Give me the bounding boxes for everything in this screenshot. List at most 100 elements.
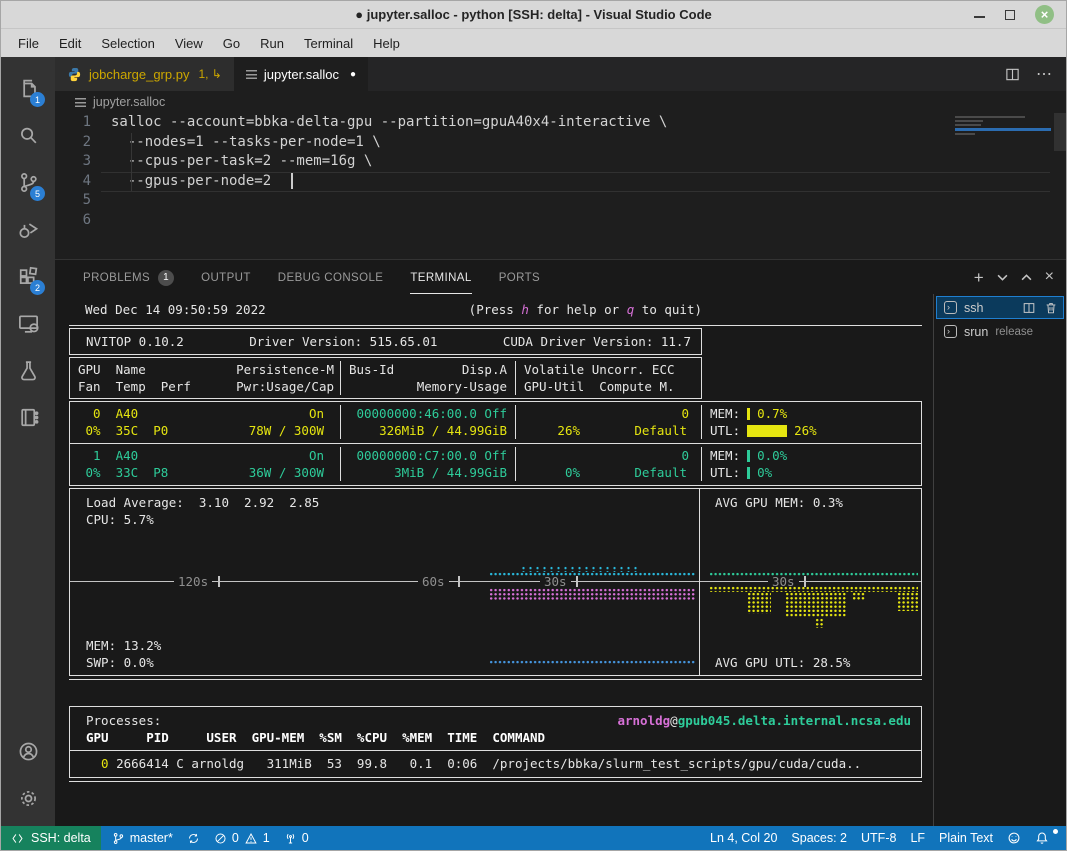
problems-status[interactable]: 0 1 [207, 831, 277, 845]
cursor-position[interactable]: Ln 4, Col 20 [703, 831, 784, 845]
remote-explorer-icon[interactable] [4, 300, 52, 347]
tab-problems[interactable]: PROBLEMS 1 [83, 260, 174, 294]
language-mode[interactable]: Plain Text [932, 831, 1000, 845]
ports-status[interactable]: 0 [277, 831, 316, 845]
eol-setting[interactable]: LF [903, 831, 932, 845]
minimap[interactable] [955, 116, 1051, 137]
settings-gear-icon[interactable] [4, 775, 52, 822]
dirty-indicator-icon[interactable]: ● [350, 69, 356, 80]
tab-output[interactable]: OUTPUT [201, 260, 251, 294]
gpu-mem-graph [709, 572, 918, 577]
window-controls: × [974, 1, 1054, 28]
menu-view[interactable]: View [166, 33, 212, 54]
tab-terminal[interactable]: TERMINAL [410, 260, 471, 294]
processes-box: Processes: arnoldg@gpub045.delta.interna… [69, 706, 922, 778]
notebook-icon[interactable] [4, 394, 52, 441]
code-line: 6 [55, 211, 1066, 231]
code-editor[interactable]: 1salloc --account=bbka-delta-gpu --parti… [55, 113, 1066, 259]
menu-edit[interactable]: Edit [50, 33, 90, 54]
processes-title: Processes: [86, 712, 161, 729]
menu-go[interactable]: Go [214, 33, 249, 54]
minimize-icon[interactable] [974, 11, 985, 18]
gpu-utl-graph-chunk [815, 618, 824, 628]
testing-icon[interactable] [4, 347, 52, 394]
new-terminal-icon[interactable]: + [974, 269, 984, 286]
search-icon[interactable] [4, 112, 52, 159]
cpu-graph [489, 572, 696, 577]
panel-tabs: PROBLEMS 1 OUTPUT DEBUG CONSOLE TERMINAL… [55, 260, 1066, 294]
menu-help[interactable]: Help [364, 33, 409, 54]
maximize-icon[interactable] [1005, 10, 1015, 20]
monitor-graphs: Load Average: 3.10 2.92 2.85 CPU: 5.7% M… [69, 488, 922, 676]
activity-bar: 1 5 2 [1, 57, 55, 828]
gpu-utl-graph-chunk [747, 592, 771, 614]
terminal-date: Wed Dec 14 09:50:59 2022 [85, 301, 266, 318]
git-branch-status[interactable]: master* [105, 831, 180, 845]
processes-box-shadow [69, 781, 922, 782]
line-number: 6 [55, 211, 111, 231]
notifications-status[interactable] [1028, 831, 1056, 845]
error-icon [214, 832, 227, 845]
chevron-up-icon[interactable] [1021, 273, 1032, 282]
scrollbar[interactable] [1054, 113, 1066, 151]
editor-group: jobcharge_grp.py 1, ↳ jupyter.salloc ● ⋯… [55, 57, 1066, 259]
encoding-setting[interactable]: UTF-8 [854, 831, 903, 845]
gpu-utl-graph-chunk [897, 592, 918, 611]
menu-file[interactable]: File [9, 33, 48, 54]
gpu1-mem-pct: 0.0% [757, 447, 787, 464]
tab-jupyter-salloc[interactable]: jupyter.salloc ● [234, 57, 368, 91]
bell-icon [1035, 831, 1049, 845]
breadcrumb-file[interactable]: jupyter.salloc [93, 95, 165, 109]
terminal-item-ssh[interactable]: › ssh [936, 296, 1064, 319]
tab-ports[interactable]: PORTS [499, 260, 540, 294]
avg-gpu-utl: AVG GPU UTL: 28.5% [715, 654, 850, 671]
feedback-status[interactable] [1000, 831, 1028, 845]
close-panel-icon[interactable]: × [1045, 269, 1054, 285]
explorer-badge: 1 [30, 92, 45, 107]
indentation-setting[interactable]: Spaces: 2 [784, 831, 854, 845]
sync-icon [187, 832, 200, 845]
file-icon [75, 98, 86, 107]
hostname: gpub045.delta.internal.ncsa.edu [678, 713, 911, 728]
menu-run[interactable]: Run [251, 33, 293, 54]
extensions-icon[interactable]: 2 [4, 253, 52, 300]
terminal-view[interactable]: Wed Dec 14 09:50:59 2022 (Press h for he… [55, 294, 933, 828]
gpu0-mem-pct: 0.7% [757, 405, 787, 422]
code-line: 1salloc --account=bbka-delta-gpu --parti… [55, 113, 1066, 133]
run-debug-icon[interactable] [4, 206, 52, 253]
python-icon [67, 67, 82, 82]
remote-indicator[interactable]: SSH: delta [1, 826, 101, 850]
code-line: 3 --cpus-per-task=2 --mem=16g \ [55, 152, 1066, 172]
graph-section-divider [699, 489, 700, 675]
tab-bar: jobcharge_grp.py 1, ↳ jupyter.salloc ● ⋯ [55, 57, 1066, 91]
more-actions-icon[interactable]: ⋯ [1036, 64, 1052, 84]
gpu1-bus-id: 00000000:C7:00.0 Off [356, 447, 507, 464]
split-terminal-icon[interactable] [1022, 301, 1036, 315]
terminal-item-actions [1022, 301, 1058, 315]
close-icon[interactable]: × [1035, 5, 1054, 24]
sync-status[interactable] [180, 832, 207, 845]
source-control-icon[interactable]: 5 [4, 159, 52, 206]
tab-debug-console[interactable]: DEBUG CONSOLE [278, 260, 384, 294]
tab-jobcharge-grp-py[interactable]: jobcharge_grp.py 1, ↳ [55, 57, 234, 91]
kill-terminal-icon[interactable] [1044, 301, 1058, 315]
breadcrumb[interactable]: jupyter.salloc [55, 91, 1066, 113]
feedback-smiley-icon [1007, 831, 1021, 845]
explorer-icon[interactable]: 1 [4, 65, 52, 112]
vscode-window: ● jupyter.salloc - python [SSH: delta] -… [0, 0, 1067, 851]
chevron-down-icon[interactable] [997, 273, 1008, 282]
avg-gpu-mem: AVG GPU MEM: 0.3% [715, 494, 843, 511]
extensions-badge: 2 [30, 280, 45, 295]
terminal-item-srun[interactable]: › srun release [936, 320, 1064, 343]
notification-dot [1053, 829, 1058, 834]
menu-terminal[interactable]: Terminal [295, 33, 362, 54]
gpu-row-1: 1 A40On 00000000:C7:00.0 Off 0 MEM:0.0% … [70, 444, 921, 485]
tab-label: jobcharge_grp.py [89, 67, 189, 82]
warning-icon [244, 832, 258, 845]
split-editor-icon[interactable] [1005, 67, 1020, 82]
account-icon[interactable] [4, 728, 52, 775]
nvitop-help-hint: (Press h for help or q to quit) [469, 301, 702, 318]
source-control-badge: 5 [30, 186, 45, 201]
menu-selection[interactable]: Selection [92, 33, 163, 54]
gpu-utl-graph-chunk [785, 592, 847, 618]
